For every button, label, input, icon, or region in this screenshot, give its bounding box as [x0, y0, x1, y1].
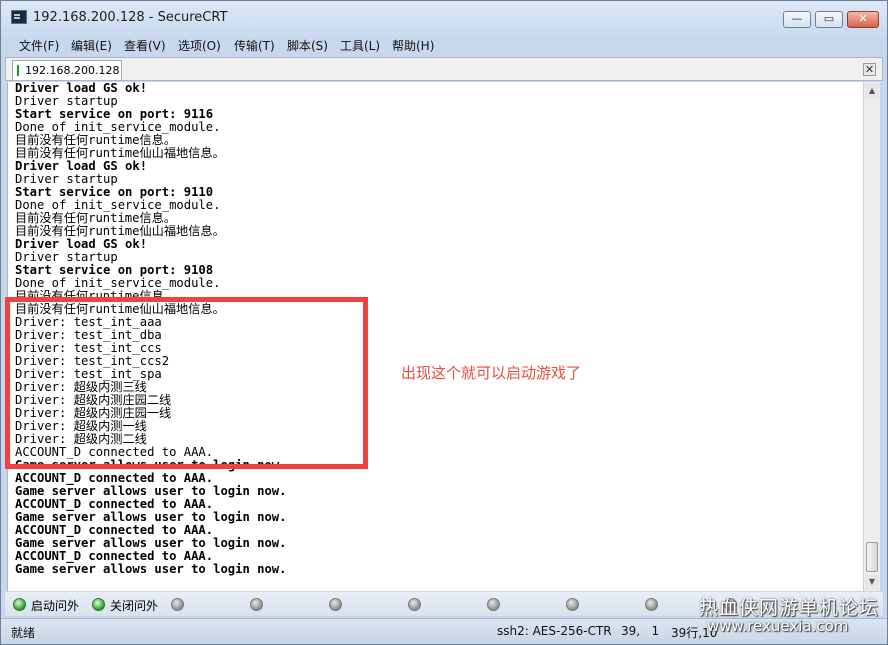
scroll-up-arrow-icon[interactable]: ▲	[865, 83, 879, 99]
menu-help[interactable]: 帮助(H)	[392, 37, 434, 54]
empty-button-slot-icon[interactable]	[487, 598, 500, 611]
session-tab[interactable]: 192.168.200.128	[12, 60, 122, 80]
menu-edit[interactable]: 编辑(E)	[71, 37, 112, 54]
scroll-down-arrow-icon[interactable]: ▼	[865, 574, 879, 590]
empty-button-slot-icon[interactable]	[408, 598, 421, 611]
session-tab-label: 192.168.200.128	[25, 64, 120, 77]
menu-script[interactable]: 脚本(S)	[287, 37, 328, 54]
menu-tools[interactable]: 工具(L)	[340, 37, 380, 54]
annotation-text: 出现这个就可以启动游戏了	[401, 364, 582, 382]
button-start-interface[interactable]: 启动问外	[31, 597, 79, 613]
securecrt-app-icon	[11, 10, 27, 24]
minimize-button[interactable]: —	[783, 11, 811, 28]
empty-button-slot-icon[interactable]	[645, 598, 658, 611]
watermark-logo-text: 热血侠网游单机论坛	[699, 597, 880, 619]
empty-button-slot-icon[interactable]	[566, 598, 579, 611]
watermark-url: www.rexuexia.com	[707, 617, 849, 635]
terminal-line: Game server allows user to login now.	[15, 562, 287, 576]
terminal-scrollbar[interactable]: ▲ ▼	[863, 82, 880, 591]
empty-button-slot-icon[interactable]	[250, 598, 263, 611]
session-tab-bar: 192.168.200.128 ✕	[5, 57, 883, 81]
menu-bar: 文件(F) 编辑(E) 查看(V) 选项(O) 传输(T) 脚本(S) 工具(L…	[1, 33, 887, 55]
status-cipher: ssh2: AES-256-CTR	[497, 624, 612, 638]
menu-file[interactable]: 文件(F)	[19, 37, 59, 54]
menu-view[interactable]: 查看(V)	[124, 37, 166, 54]
window-title: 192.168.200.128 - SecureCRT	[33, 10, 228, 25]
button-stop-interface[interactable]: 关闭问外	[110, 597, 158, 613]
menu-transfer[interactable]: 传输(T)	[234, 37, 275, 54]
connected-status-icon	[17, 65, 19, 76]
securecrt-window: 192.168.200.128 - SecureCRT — ▭ ✕ 文件(F) …	[0, 0, 888, 645]
tab-close-icon[interactable]: ✕	[863, 63, 876, 76]
empty-button-slot-icon[interactable]	[171, 598, 184, 611]
title-bar[interactable]: 192.168.200.128 - SecureCRT — ▭ ✕	[1, 1, 887, 33]
status-cursor-position: 39, 1	[621, 624, 660, 638]
green-dot-icon	[92, 598, 105, 611]
menu-options[interactable]: 选项(O)	[178, 37, 221, 54]
maximize-button[interactable]: ▭	[815, 11, 843, 28]
scroll-thumb[interactable]	[866, 542, 878, 572]
status-ready: 就绪	[11, 626, 36, 640]
green-dot-icon	[13, 598, 26, 611]
close-button[interactable]: ✕	[847, 11, 879, 28]
annotation-highlight-box	[5, 297, 368, 469]
empty-button-slot-icon[interactable]	[329, 598, 342, 611]
